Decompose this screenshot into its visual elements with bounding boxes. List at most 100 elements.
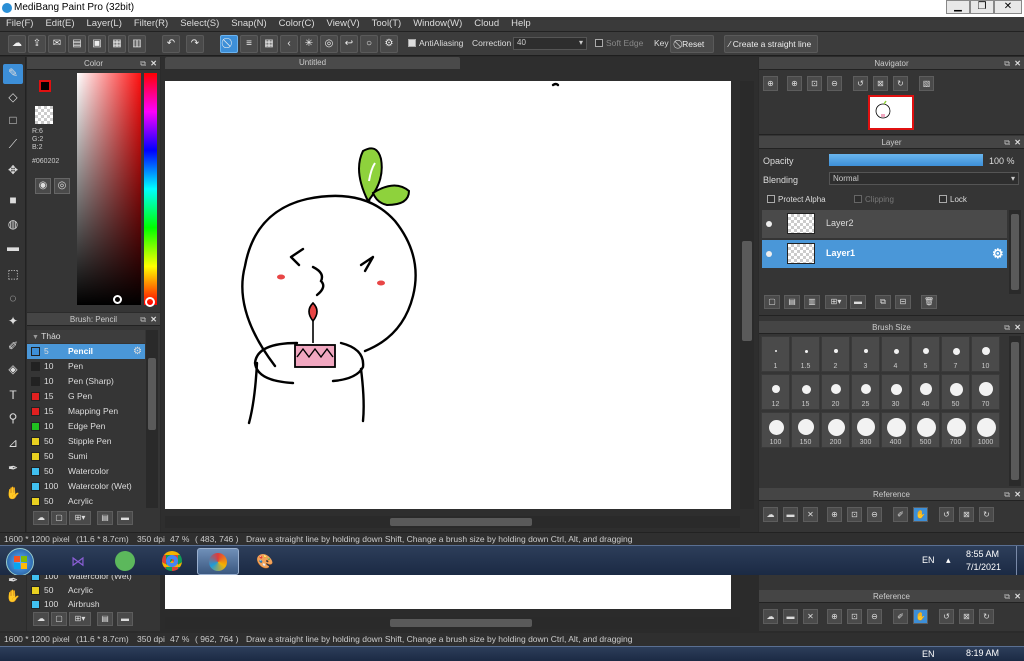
paint-icon[interactable]: 🎨	[244, 548, 286, 575]
brush-size-cell[interactable]: 20	[821, 374, 850, 410]
eyedropper-tool-icon[interactable]: ⊿	[3, 434, 23, 454]
scrollbar-thumb[interactable]	[742, 241, 752, 341]
parallel-snap-icon[interactable]: ≡	[240, 35, 258, 53]
reference-zoom-out-icon[interactable]: ⊖	[867, 609, 882, 624]
menu-view[interactable]: View(V)	[321, 17, 366, 29]
protect-alpha-checkbox[interactable]: Protect Alpha	[767, 195, 826, 204]
brush-size-cell[interactable]: 50	[941, 374, 970, 410]
new-halftone-layer-icon[interactable]: ▤	[784, 295, 800, 309]
create-straight-line-button[interactable]: ⁄ Create a straight line	[724, 35, 818, 53]
reset-button[interactable]: ⃠ Reset	[670, 35, 714, 53]
layer-list-scrollbar[interactable]	[1009, 210, 1021, 294]
soft-edge-checkbox[interactable]: Soft Edge	[595, 38, 643, 48]
minimize-button[interactable]: ▁	[946, 0, 970, 14]
float-icon[interactable]: ⧉	[1004, 590, 1010, 603]
fill-rect-tool-icon[interactable]: ■	[3, 191, 23, 211]
drawing-canvas-slice[interactable]	[165, 575, 731, 609]
background-color-swatch[interactable]	[35, 106, 53, 124]
delete-layer-icon[interactable]: 🗑	[921, 295, 937, 309]
reference-zoom-out-icon[interactable]: ⊖	[867, 507, 882, 522]
brush-size-cell[interactable]: 150	[791, 412, 820, 448]
eye-icon[interactable]	[766, 221, 772, 227]
brush-size-cell[interactable]: 1.5	[791, 336, 820, 372]
brush-size-cell[interactable]: 25	[851, 374, 880, 410]
select-rect-tool-icon[interactable]: ⬚	[3, 265, 23, 285]
scrollbar-thumb[interactable]	[390, 518, 532, 526]
brush-folder-icon[interactable]: ▬	[117, 612, 133, 626]
brush-item[interactable]: 50 Acrylic	[27, 494, 145, 509]
reference-flip-icon[interactable]: ⊠	[959, 507, 974, 522]
brush-size-cell[interactable]: 30	[881, 374, 910, 410]
document-tab[interactable]: Untitled	[165, 57, 460, 69]
brush-size-cell[interactable]: 70	[971, 374, 1000, 410]
add-layer-dropdown-icon[interactable]: ⊞▾	[825, 295, 847, 309]
float-icon[interactable]: ⧉	[1004, 321, 1010, 334]
canvas-horizontal-scrollbar[interactable]	[165, 617, 740, 629]
snap-settings-icon[interactable]: ⚙	[380, 35, 398, 53]
color-picker-cursor[interactable]	[113, 295, 122, 304]
brush-size-cell[interactable]: 3	[851, 336, 880, 372]
menu-file[interactable]: File(F)	[0, 17, 39, 29]
brush-size-cell[interactable]: 4	[881, 336, 910, 372]
add-brush-dropdown-icon[interactable]: ⊞▾	[69, 511, 91, 525]
maximize-button[interactable]: ❐	[970, 0, 994, 14]
reference-cloud-icon[interactable]: ☁	[763, 609, 778, 624]
canvas-horizontal-scrollbar[interactable]	[165, 516, 740, 528]
reference-cloud-icon[interactable]: ☁	[763, 507, 778, 522]
brush-size-cell[interactable]: 15	[791, 374, 820, 410]
brush-size-cell[interactable]: 500	[911, 412, 940, 448]
scrollbar-thumb[interactable]	[390, 619, 532, 627]
select-pen-tool-icon[interactable]: ✐	[3, 337, 23, 357]
share-icon[interactable]: ⇪	[28, 35, 46, 53]
bucket-tool-icon[interactable]: ◍	[3, 215, 23, 235]
language-indicator[interactable]: EN	[922, 649, 935, 659]
add-brush-dropdown-icon[interactable]: ⊞▾	[69, 612, 91, 626]
close-icon[interactable]: ✕	[1014, 321, 1021, 334]
eye-icon[interactable]	[766, 251, 772, 257]
duplicate-layer-icon[interactable]: ⧉	[875, 295, 891, 309]
navigator-settings-icon[interactable]: ▧	[919, 76, 934, 91]
brush-size-cell[interactable]: 300	[851, 412, 880, 448]
reference-fit-icon[interactable]: ⊡	[847, 609, 862, 624]
pen-tool-icon[interactable]: ✒	[3, 459, 23, 479]
saturation-value-picker[interactable]	[77, 73, 141, 305]
canvas-vertical-scrollbar[interactable]	[740, 81, 754, 509]
clock-time[interactable]: 8:55 AM	[966, 549, 999, 559]
circle-snap-icon[interactable]: ○	[360, 35, 378, 53]
brush-size-cell[interactable]: 400	[881, 412, 910, 448]
reference-close-icon[interactable]: ✕	[803, 507, 818, 522]
reference-flip-icon[interactable]: ⊠	[959, 609, 974, 624]
brush-size-scrollbar[interactable]	[1009, 336, 1021, 486]
brush-size-cell[interactable]: 700	[941, 412, 970, 448]
float-icon[interactable]: ⧉	[140, 57, 146, 70]
brush-item[interactable]: 100 Watercolor (Wet)	[27, 479, 145, 494]
reference-hand-icon[interactable]: ✋	[913, 609, 928, 624]
menu-select[interactable]: Select(S)	[174, 17, 225, 29]
brush-size-cell[interactable]: 7	[941, 336, 970, 372]
menu-tool[interactable]: Tool(T)	[366, 17, 408, 29]
concentric-snap-icon[interactable]: ◎	[320, 35, 338, 53]
show-desktop-button[interactable]	[1016, 546, 1024, 576]
eraser-tool-icon[interactable]: ◇	[3, 88, 23, 108]
scrollbar-thumb[interactable]	[1011, 342, 1019, 480]
close-icon[interactable]: ✕	[1014, 590, 1021, 603]
foreground-color-swatch[interactable]	[39, 80, 51, 92]
brush-item[interactable]: 5 Pencil ⚙	[27, 344, 145, 359]
brush-item[interactable]: 50 Watercolor	[27, 464, 145, 479]
reference-rotate-left-icon[interactable]: ↺	[939, 507, 954, 522]
brush-size-cell[interactable]: 5	[911, 336, 940, 372]
brush-item[interactable]: 50 Acrylic	[27, 583, 145, 598]
brush-size-cell[interactable]: 1	[761, 336, 790, 372]
brush-item[interactable]: 15 G Pen	[27, 389, 145, 404]
zoom-reset-icon[interactable]: ⊡	[807, 76, 822, 91]
reference-eyedropper-icon[interactable]: ✐	[893, 609, 908, 624]
grid-icon[interactable]: ▦	[108, 35, 126, 53]
float-icon[interactable]: ⧉	[1004, 57, 1010, 70]
gear-icon[interactable]: ⚙	[992, 246, 1004, 262]
hue-slider-handle[interactable]	[145, 297, 155, 307]
brush-cloud-icon[interactable]: ☁	[33, 612, 49, 626]
close-icon[interactable]: ✕	[1014, 136, 1021, 149]
menu-help[interactable]: Help	[505, 17, 537, 29]
brush-item[interactable]: 10 Edge Pen	[27, 419, 145, 434]
palette-icon[interactable]: ◉	[35, 178, 51, 194]
